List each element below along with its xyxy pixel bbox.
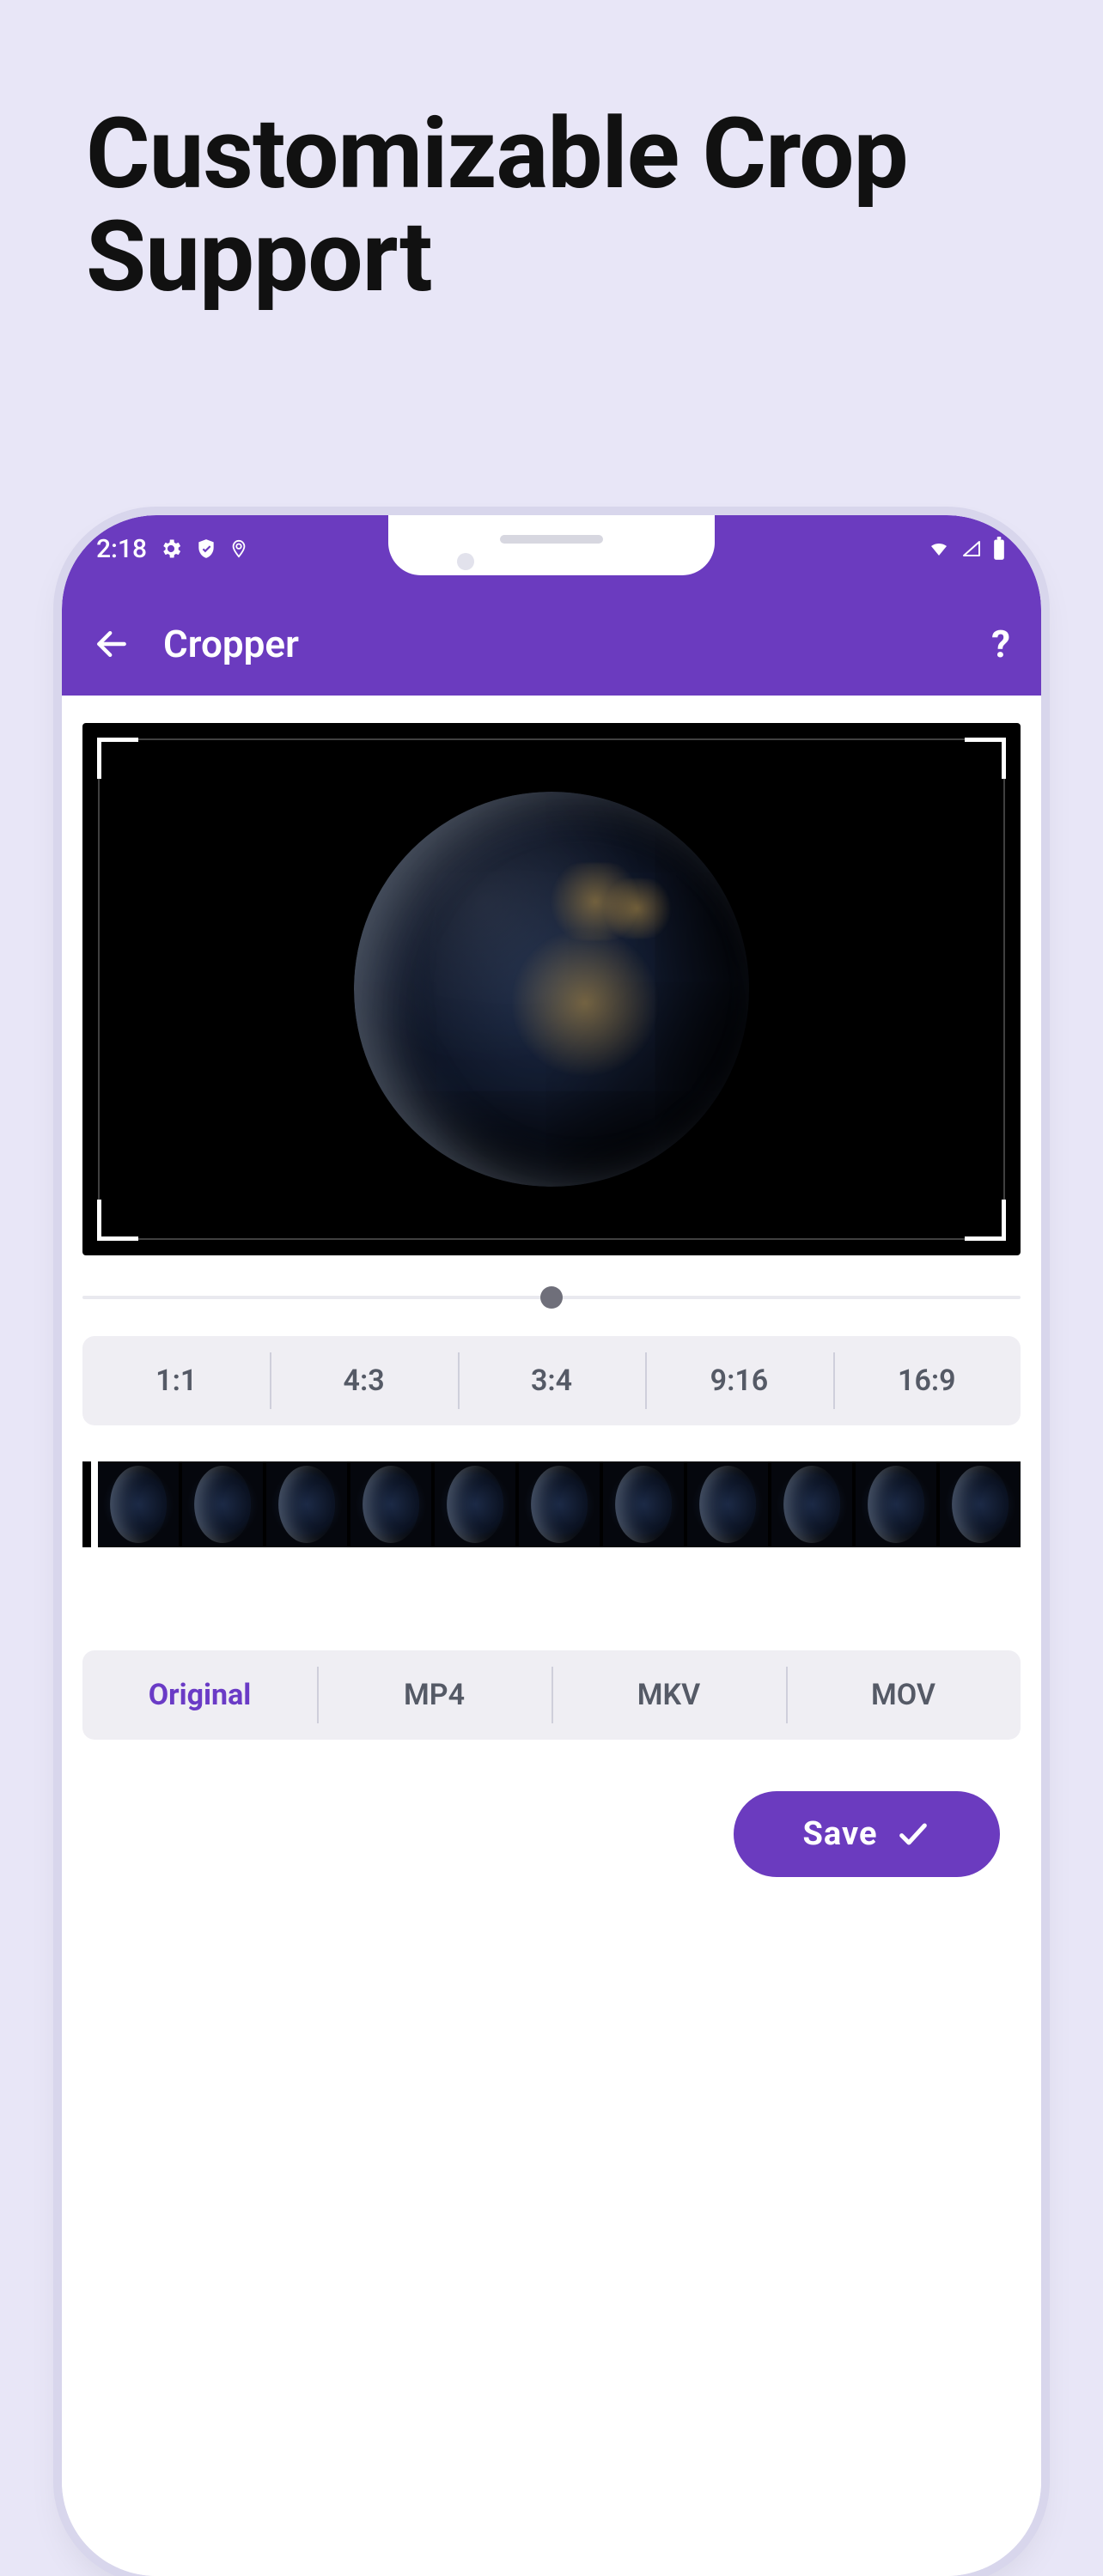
timeline-frame[interactable] <box>182 1461 263 1547</box>
phone-mockup: 2:18 <box>62 515 1041 2576</box>
phone-notch <box>388 515 715 575</box>
format-option[interactable]: MKV <box>552 1650 786 1740</box>
format-option[interactable]: MP4 <box>317 1650 552 1740</box>
timeline-frame[interactable] <box>603 1461 684 1547</box>
timeline-playhead[interactable] <box>91 1458 98 1551</box>
aspect-ratio-selector: 1:14:33:49:1616:9 <box>82 1336 1021 1425</box>
topbar: 2:18 <box>62 515 1041 696</box>
rotation-slider[interactable] <box>82 1285 1021 1310</box>
wifi-icon <box>926 538 952 559</box>
format-option[interactable]: Original <box>82 1650 317 1740</box>
aspect-ratio-option[interactable]: 16:9 <box>833 1336 1021 1425</box>
page-title: Cropper <box>163 622 299 666</box>
format-option[interactable]: MOV <box>786 1650 1021 1740</box>
back-arrow-icon[interactable] <box>93 625 131 663</box>
timeline-filmstrip[interactable] <box>82 1461 1021 1547</box>
crop-frame[interactable] <box>98 738 1005 1240</box>
timeline-frame[interactable] <box>98 1461 179 1547</box>
timeline-frame[interactable] <box>435 1461 515 1547</box>
crop-handle-tr[interactable] <box>965 738 1006 779</box>
timeline-frame[interactable] <box>940 1461 1021 1547</box>
timeline-frame[interactable] <box>519 1461 600 1547</box>
timeline-frame[interactable] <box>350 1461 431 1547</box>
location-icon <box>229 538 248 560</box>
save-button-label: Save <box>803 1815 878 1853</box>
app-bar: Cropper ? <box>62 592 1041 696</box>
aspect-ratio-option[interactable]: 1:1 <box>82 1336 270 1425</box>
crop-preview[interactable] <box>82 723 1021 1255</box>
phone-screen: 2:18 <box>62 515 1041 2576</box>
timeline-frame[interactable] <box>856 1461 936 1547</box>
timeline-frame[interactable] <box>266 1461 347 1547</box>
check-icon <box>896 1817 930 1851</box>
settings-icon <box>159 537 183 561</box>
help-icon[interactable]: ? <box>991 622 1010 666</box>
marketing-headline: Customizable Crop Support <box>86 103 1017 308</box>
crop-handle-br[interactable] <box>965 1200 1006 1241</box>
shield-icon <box>195 538 217 560</box>
phone-camera-dot <box>457 553 474 570</box>
battery-icon <box>991 537 1007 561</box>
timeline-frame[interactable] <box>687 1461 768 1547</box>
status-time: 2:18 <box>96 534 147 564</box>
aspect-ratio-option[interactable]: 3:4 <box>458 1336 645 1425</box>
signal-icon <box>960 538 983 559</box>
crop-handle-bl[interactable] <box>97 1200 138 1241</box>
format-selector: OriginalMP4MKVMOV <box>82 1650 1021 1740</box>
timeline-frame[interactable] <box>771 1461 852 1547</box>
aspect-ratio-option[interactable]: 9:16 <box>645 1336 832 1425</box>
aspect-ratio-option[interactable]: 4:3 <box>270 1336 457 1425</box>
save-button[interactable]: Save <box>734 1791 1000 1877</box>
crop-handle-tl[interactable] <box>97 738 138 779</box>
slider-thumb[interactable] <box>540 1286 563 1309</box>
